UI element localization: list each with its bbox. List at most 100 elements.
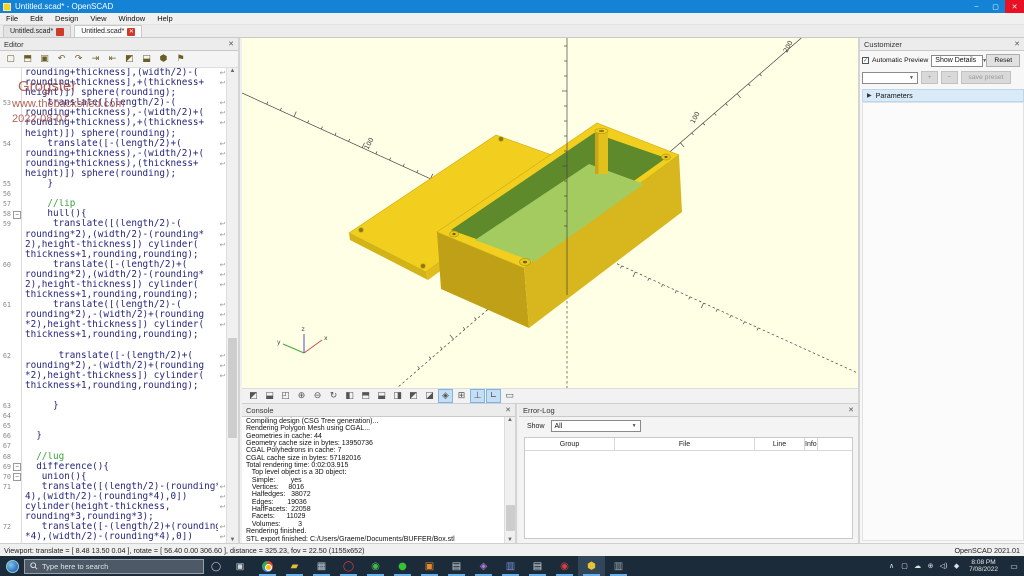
fold-marker[interactable] (13, 381, 21, 391)
menu-item[interactable]: Window (113, 13, 152, 25)
fold-marker[interactable] (13, 240, 21, 250)
fold-marker[interactable] (13, 532, 21, 542)
tray-network[interactable]: ⊕ (924, 556, 937, 576)
fold-marker[interactable] (13, 330, 21, 340)
view-toolbar-zoom-in[interactable]: ⊕ (294, 389, 309, 403)
task-view-button[interactable]: ▣ (228, 556, 252, 576)
fold-marker[interactable] (13, 230, 21, 240)
fold-marker[interactable] (13, 179, 21, 189)
fold-marker[interactable] (13, 411, 21, 421)
editor-toolbar-indent[interactable]: ⇥ (88, 52, 103, 66)
console-close-icon[interactable]: ✕ (505, 406, 511, 414)
automatic-preview-checkbox[interactable]: ✓ (862, 57, 869, 64)
3d-viewport[interactable]: 100 200 100 z y x (242, 38, 858, 388)
editor-toolbar-preview[interactable]: ◩ (122, 52, 137, 66)
fold-marker[interactable] (13, 189, 21, 199)
view-toolbar-orthogonal-projection[interactable]: ▭ (502, 389, 517, 403)
view-toolbar-view-front[interactable]: ◩ (406, 389, 421, 403)
menu-item[interactable]: Design (49, 13, 84, 25)
taskbar-app-graphics-app[interactable]: ◈ (470, 556, 497, 576)
editor-close-icon[interactable]: ✕ (228, 40, 234, 48)
fold-marker[interactable] (13, 300, 21, 310)
view-toolbar-show-scale-markers[interactable]: ∟ (486, 389, 501, 403)
tray-volume[interactable]: ◁) (937, 556, 950, 576)
reset-button[interactable]: Reset (986, 54, 1020, 67)
view-toolbar-view-top[interactable]: ⬒ (358, 389, 373, 403)
error-log-close-icon[interactable]: ✕ (848, 406, 854, 414)
tray-tray-window[interactable]: ▢ (898, 556, 911, 576)
view-toolbar-view-right[interactable]: ◧ (342, 389, 357, 403)
menu-item[interactable]: File (0, 13, 24, 25)
fold-marker[interactable] (13, 512, 21, 522)
maximize-button[interactable]: ▢ (986, 0, 1005, 13)
minimize-button[interactable]: – (967, 0, 986, 13)
editor-toolbar-redo[interactable]: ↷ (71, 52, 86, 66)
fold-marker[interactable] (13, 290, 21, 300)
fold-marker[interactable] (13, 169, 21, 179)
menu-item[interactable]: View (84, 13, 112, 25)
fold-marker[interactable] (13, 462, 21, 472)
fold-marker[interactable] (13, 118, 21, 128)
add-preset-button[interactable]: + (921, 71, 938, 84)
fold-marker[interactable] (13, 320, 21, 330)
taskbar-clock[interactable]: 8:08 PM 7/08/2022 (963, 559, 1004, 574)
tab-close-icon[interactable]: ✕ (127, 28, 135, 36)
fold-marker[interactable] (13, 502, 21, 512)
tray-chevron-up[interactable]: ∧ (885, 556, 898, 576)
editor-toolbar-unindent[interactable]: ⇤ (105, 52, 120, 66)
remove-preset-button[interactable]: − (941, 71, 958, 84)
taskbar-app-notepad[interactable]: ▤ (443, 556, 470, 576)
editor-toolbar-jump-to-error[interactable]: ⚑ (173, 52, 188, 66)
editor-tab[interactable]: Untitled.scad* (3, 25, 71, 37)
editor-toolbar-open-file[interactable]: ⬒ (20, 52, 35, 66)
view-toolbar-show-crosshairs[interactable]: ⊞ (454, 389, 469, 403)
view-toolbar-render[interactable]: ⬓ (262, 389, 277, 403)
taskbar-app-media-player[interactable]: ◉ (362, 556, 389, 576)
taskbar-app-printer-app[interactable]: ▥ (605, 556, 632, 576)
cortana-button[interactable]: ◯ (204, 556, 228, 576)
editor-toolbar-new-file[interactable]: ▢ (3, 52, 18, 66)
fold-marker[interactable] (13, 260, 21, 270)
editor-scrollbar-thumb[interactable] (228, 338, 237, 438)
save-preset-button[interactable]: save preset (961, 71, 1011, 84)
menu-item[interactable]: Help (151, 13, 178, 25)
fold-marker[interactable] (13, 159, 21, 169)
fold-marker[interactable] (13, 482, 21, 492)
fold-marker[interactable] (13, 431, 21, 441)
taskbar-app-orange-app[interactable]: ▣ (416, 556, 443, 576)
taskbar-app-text-document[interactable]: ▤ (524, 556, 551, 576)
close-button[interactable]: ✕ (1005, 0, 1024, 13)
fold-marker[interactable] (13, 401, 21, 411)
taskbar-app-openscad[interactable]: ⬢ (578, 556, 605, 576)
fold-marker[interactable] (13, 310, 21, 320)
view-toolbar-view-back[interactable]: ◪ (422, 389, 437, 403)
tray-security-shield[interactable]: ◆ (950, 556, 963, 576)
fold-marker[interactable] (13, 68, 21, 78)
taskbar-app-file-explorer[interactable]: ▰ (281, 556, 308, 576)
fold-marker[interactable] (13, 219, 21, 229)
fold-marker[interactable] (13, 250, 21, 260)
editor-tab[interactable]: Untitled.scad* ✕ (74, 25, 142, 37)
editor-toolbar-save-file[interactable]: ▣ (37, 52, 52, 66)
fold-marker[interactable] (13, 98, 21, 108)
tray-onedrive-cloud[interactable]: ☁ (911, 556, 924, 576)
fold-marker[interactable] (13, 492, 21, 502)
view-toolbar-view-left[interactable]: ◨ (390, 389, 405, 403)
error-log-column-header[interactable]: Info (805, 438, 818, 450)
fold-marker[interactable] (13, 341, 21, 351)
taskbar-app-opera[interactable]: ◯ (335, 556, 362, 576)
notification-center-icon[interactable]: ▭ (1004, 556, 1024, 576)
taskbar-app-red-app[interactable]: ◉ (551, 556, 578, 576)
fold-marker[interactable] (13, 391, 21, 401)
fold-marker[interactable] (13, 270, 21, 280)
console-output[interactable]: Compiling design (CSG Tree generation)..… (243, 417, 503, 542)
fold-marker[interactable] (13, 209, 21, 219)
preset-dropdown[interactable]: ▼ (862, 72, 918, 84)
console-scrollbar[interactable]: ▲ ▼ (504, 417, 515, 543)
fold-marker[interactable] (13, 88, 21, 98)
editor-toolbar-render[interactable]: ⬓ (139, 52, 154, 66)
fold-marker[interactable] (13, 78, 21, 88)
menu-item[interactable]: Edit (24, 13, 49, 25)
fold-marker[interactable] (13, 351, 21, 361)
code-area[interactable]: rounding+thickness],(width/2)-( rounding… (0, 68, 227, 543)
